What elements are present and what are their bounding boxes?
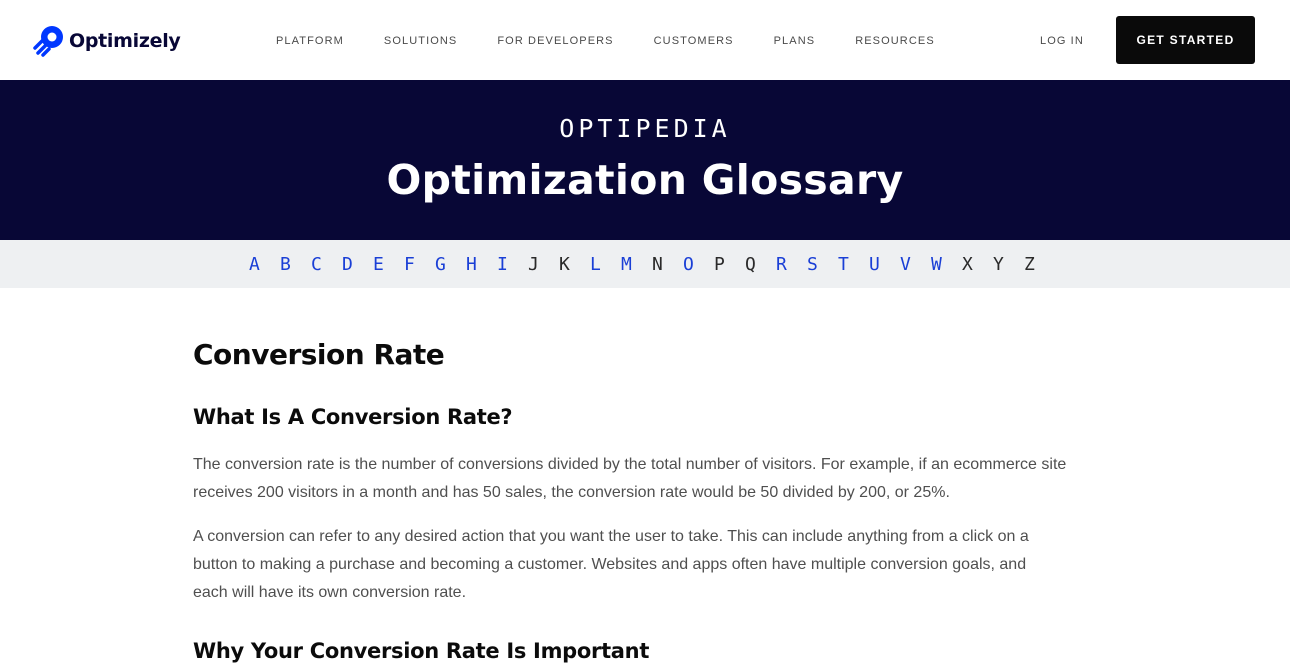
paragraph-line: A conversion can refer to any desired ac… [193, 528, 1029, 545]
alphabet-letter-o[interactable]: O [681, 254, 712, 275]
section-heading-why-important: Why Your Conversion Rate Is Important [193, 639, 650, 663]
alphabet-letter-n: N [652, 254, 663, 275]
paragraph-conversion-action: A conversion can refer to any desired ac… [193, 523, 1093, 607]
main-nav: PLATFORM SOLUTIONS FOR DEVELOPERS CUSTOM… [276, 35, 975, 47]
nav-platform[interactable]: PLATFORM [276, 35, 344, 47]
site-header: Optimizely PLATFORM SOLUTIONS FOR DEVELO… [0, 0, 1290, 80]
nav-plans[interactable]: PLANS [774, 35, 816, 47]
alphabet-letter-l[interactable]: L [588, 254, 619, 275]
nav-for-developers[interactable]: FOR DEVELOPERS [497, 35, 613, 47]
alphabet-letter-m[interactable]: M [619, 254, 650, 275]
article-title: Conversion Rate [193, 338, 445, 371]
alphabet-letter-k: K [559, 254, 570, 275]
hero-eyebrow: OPTIPEDIA [559, 114, 731, 143]
alphabet-letter-z: Z [1024, 254, 1035, 275]
paragraph-line: The conversion rate is the number of con… [193, 456, 1067, 473]
alphabet-letter-t[interactable]: T [836, 254, 867, 275]
paragraph-line: each will have its own conversion rate. [193, 584, 467, 601]
alphabet-letter-e[interactable]: E [371, 254, 402, 275]
paragraph-line: button to making a purchase and becoming… [193, 556, 1027, 573]
alphabet-letter-q: Q [745, 254, 756, 275]
alphabet-letter-b[interactable]: B [278, 254, 309, 275]
get-started-button[interactable]: GET STARTED [1116, 16, 1255, 64]
alphabet-letter-v[interactable]: V [898, 254, 929, 275]
logo-icon [33, 26, 63, 57]
alphabet-letter-a[interactable]: A [247, 254, 278, 275]
alphabet-letter-g[interactable]: G [433, 254, 464, 275]
alphabet-letter-w[interactable]: W [929, 254, 960, 275]
alphabet-letter-c[interactable]: C [309, 254, 340, 275]
alphabet-letter-h[interactable]: H [464, 254, 495, 275]
alphabet-letter-f[interactable]: F [402, 254, 433, 275]
alphabet-letter-j: J [528, 254, 539, 275]
alphabet-nav: ABCDEFGHIJKLMNOPQRSTUVWXYZ [0, 240, 1290, 288]
alphabet-letter-s[interactable]: S [805, 254, 836, 275]
paragraph-definition: The conversion rate is the number of con… [193, 451, 1093, 507]
section-heading-what-is: What Is A Conversion Rate? [193, 405, 513, 429]
alphabet-letter-i[interactable]: I [495, 254, 526, 275]
login-link[interactable]: LOG IN [1040, 35, 1084, 47]
alphabet-letter-r[interactable]: R [774, 254, 805, 275]
alphabet-letter-x: X [962, 254, 973, 275]
page-title: Optimization Glossary [386, 156, 904, 204]
hero-banner: OPTIPEDIA Optimization Glossary [0, 80, 1290, 240]
alphabet-letter-y: Y [993, 254, 1004, 275]
alphabet-letter-u[interactable]: U [867, 254, 898, 275]
optimizely-logo[interactable]: Optimizely [32, 24, 181, 57]
nav-solutions[interactable]: SOLUTIONS [384, 35, 457, 47]
nav-resources[interactable]: RESOURCES [855, 35, 935, 47]
nav-customers[interactable]: CUSTOMERS [654, 35, 734, 47]
alphabet-letters: ABCDEFGHIJKLMNOPQRSTUVWXYZ [247, 254, 1053, 275]
paragraph-line: receives 200 visitors in a month and has… [193, 484, 950, 501]
alphabet-letter-p: P [714, 254, 725, 275]
logo-text: Optimizely [69, 29, 181, 52]
alphabet-letter-d[interactable]: D [340, 254, 371, 275]
